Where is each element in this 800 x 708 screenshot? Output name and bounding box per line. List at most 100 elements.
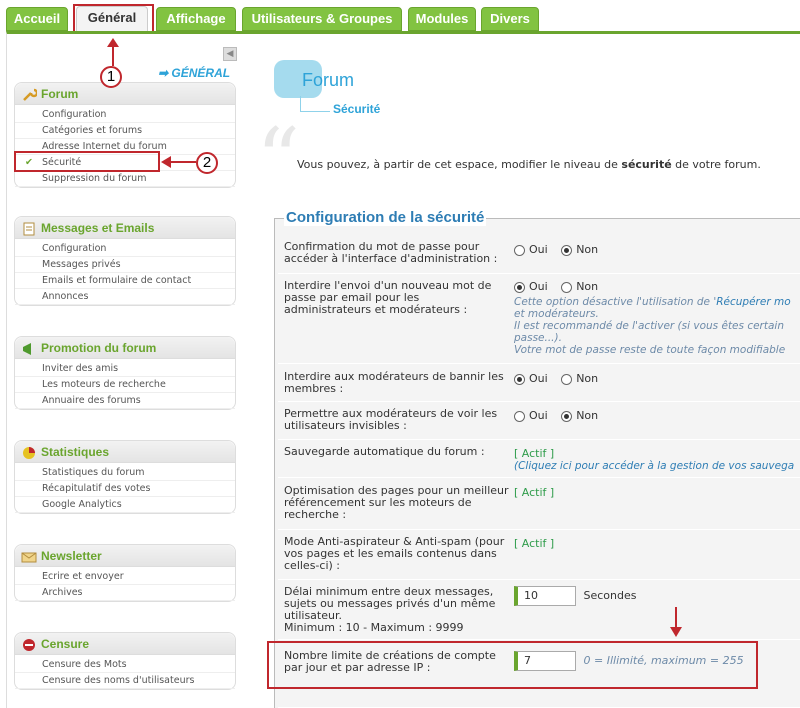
- tab-modules[interactable]: Modules: [408, 7, 476, 31]
- sidebar-item-suppression[interactable]: Suppression du forum: [15, 171, 235, 187]
- radio-label: Oui: [529, 280, 548, 293]
- sidebar-box-title: Statistiques: [41, 444, 110, 459]
- tab-utilisateurs-groupes[interactable]: Utilisateurs & Groupes: [242, 7, 402, 31]
- radio-non[interactable]: Non: [561, 244, 598, 256]
- setting-row-auto-backup: Sauvegarde automatique du forum : [ Acti…: [278, 442, 800, 478]
- sidebar-box-statistiques: Statistiques Statistiques du forum Récap…: [14, 440, 236, 514]
- sidebar-item-configuration[interactable]: Configuration: [15, 107, 235, 123]
- radio-oui[interactable]: Oui: [514, 281, 548, 293]
- sidebar-item-inviter[interactable]: Inviter des amis: [15, 361, 235, 377]
- sidebar-item-archives[interactable]: Archives: [15, 585, 235, 601]
- sidebar-box-header: Forum: [15, 83, 235, 105]
- highlight-securite: [14, 151, 160, 172]
- document-icon: [21, 221, 37, 235]
- radio-label: Oui: [529, 409, 548, 422]
- radio-label: Oui: [529, 372, 548, 385]
- setting-label-range: Minimum : 10 - Maximum : 9999: [284, 621, 464, 634]
- sidebar-box-promotion: Promotion du forum Inviter des amis Les …: [14, 336, 236, 410]
- setting-label: Interdire aux modérateurs de bannir les …: [284, 370, 504, 395]
- sidebar-item-moteurs[interactable]: Les moteurs de recherche: [15, 377, 235, 393]
- annotation-arrow-3: [675, 607, 677, 629]
- annotation-number-1: 1: [100, 66, 122, 88]
- setting-row-confirm-password: Confirmation du mot de passe pour accéde…: [278, 236, 800, 274]
- setting-label: Mode Anti-aspirateur & Anti-spam (pour v…: [284, 535, 505, 572]
- setting-row-ban-members: Interdire aux modérateurs de bannir les …: [278, 366, 800, 402]
- general-section-link[interactable]: ➡ GÉNÉRAL: [158, 66, 230, 80]
- tab-divers[interactable]: Divers: [481, 7, 539, 31]
- radio-non[interactable]: Non: [561, 373, 598, 385]
- radio-label: Oui: [529, 243, 548, 256]
- radio-non[interactable]: Non: [561, 410, 598, 422]
- radio-oui[interactable]: Oui: [514, 373, 548, 385]
- setting-row-block-password-email: Interdire l'envoi d'un nouveau mot de pa…: [278, 276, 800, 364]
- intro-part: de votre forum.: [671, 158, 761, 171]
- note-text: Il est recommandé de l'activer (si vous …: [514, 319, 784, 332]
- sidebar-item-google-analytics[interactable]: Google Analytics: [15, 497, 235, 513]
- tab-affichage[interactable]: Affichage: [156, 7, 236, 31]
- censure-icon: [21, 637, 37, 651]
- fieldset-legend: Configuration de la sécurité: [284, 209, 487, 226]
- sidebar-item-messages-prives[interactable]: Messages privés: [15, 257, 235, 273]
- setting-label: Permettre aux modérateurs de voir les ut…: [284, 407, 498, 432]
- radio-oui[interactable]: Oui: [514, 410, 548, 422]
- setting-value: 10 Secondes: [514, 586, 636, 606]
- sidebar-box-title: Messages et Emails: [41, 220, 155, 235]
- setting-label: Délai minimum entre deux messages, sujet…: [284, 586, 509, 634]
- sidebar-box-header: Statistiques: [15, 441, 235, 463]
- note-text: et modérateurs.: [514, 307, 599, 320]
- radio-oui[interactable]: Oui: [514, 244, 548, 256]
- quote-decoration: “: [256, 110, 300, 210]
- sidebar-box-title: Forum: [41, 86, 79, 101]
- note-text: passe...).: [514, 331, 562, 344]
- sidebar-box-header: Messages et Emails: [15, 217, 235, 239]
- delay-unit: Secondes: [583, 589, 637, 602]
- setting-value: [ Actif ]: [514, 487, 554, 499]
- sidebar-item-stats-forum[interactable]: Statistiques du forum: [15, 465, 235, 481]
- actif-link[interactable]: [ Actif ]: [514, 538, 554, 550]
- setting-label: Optimisation des pages pour un meilleur …: [284, 484, 509, 521]
- sidebar-box-header: Promotion du forum: [15, 337, 235, 359]
- radio-label: Non: [576, 409, 599, 422]
- intro-text: Vous pouvez, à partir de cet espace, mod…: [297, 158, 761, 171]
- page-subtitle: Sécurité: [333, 102, 381, 116]
- sidebar-item-ecrire[interactable]: Ecrire et envoyer: [15, 569, 235, 585]
- newsletter-icon: [21, 549, 37, 563]
- actif-link[interactable]: [ Actif ]: [514, 487, 554, 499]
- sidebar-box-title: Newsletter: [41, 548, 102, 563]
- highlight-account-limit: [267, 641, 758, 689]
- sidebar-item-emails[interactable]: Emails et formulaire de contact: [15, 273, 235, 289]
- actif-link[interactable]: [ Actif ]: [514, 448, 794, 460]
- setting-value: [ Actif ] (Cliquez ici pour accéder à la…: [514, 448, 794, 473]
- setting-row-anti-spam: Mode Anti-aspirateur & Anti-spam (pour v…: [278, 532, 800, 580]
- collapse-sidebar-button[interactable]: ◀: [223, 47, 237, 61]
- setting-value: Oui Non: [514, 410, 608, 425]
- subtitle-connector: [300, 96, 330, 112]
- setting-label: Interdire l'envoi d'un nouveau mot de pa…: [284, 279, 492, 316]
- sidebar-item-categories[interactable]: Catégories et forums: [15, 123, 235, 139]
- setting-value: Oui Non: [514, 244, 608, 259]
- setting-row-seo: Optimisation des pages pour un meilleur …: [278, 480, 800, 530]
- annotation-arrowhead-2: [161, 156, 171, 168]
- sidebar-item-recap-votes[interactable]: Récapitulatif des votes: [15, 481, 235, 497]
- sidebar-item-annuaire[interactable]: Annuaire des forums: [15, 393, 235, 409]
- setting-label: Confirmation du mot de passe pour accéde…: [284, 240, 498, 265]
- setting-value: Oui Non: [514, 373, 608, 388]
- sidebar-item-censure-noms[interactable]: Censure des noms d'utilisateurs: [15, 673, 235, 689]
- delay-input[interactable]: 10: [514, 586, 576, 606]
- intro-bold: sécurité: [621, 158, 672, 171]
- tab-accueil[interactable]: Accueil: [6, 7, 68, 31]
- setting-label-main: Délai minimum entre deux messages, sujet…: [284, 585, 496, 622]
- backup-manage-link[interactable]: (Cliquez ici pour accéder à la gestion d…: [514, 460, 794, 472]
- radio-label: Non: [576, 243, 599, 256]
- sidebar-box-title: Censure: [41, 636, 90, 651]
- sidebar-box-title: Promotion du forum: [41, 340, 157, 355]
- sidebar-item-censure-mots[interactable]: Censure des Mots: [15, 657, 235, 673]
- radio-non[interactable]: Non: [561, 281, 598, 293]
- setting-value: Oui Non Cette option désactive l'utilisa…: [514, 281, 791, 356]
- recuperer-link[interactable]: Récupérer mo: [716, 296, 790, 308]
- note-text: Votre mot de passe reste de toute façon …: [514, 343, 786, 356]
- annotation-arrowhead-1: [107, 38, 119, 47]
- sidebar-item-configuration[interactable]: Configuration: [15, 241, 235, 257]
- megaphone-icon: [21, 341, 37, 355]
- sidebar-item-annonces[interactable]: Annonces: [15, 289, 235, 305]
